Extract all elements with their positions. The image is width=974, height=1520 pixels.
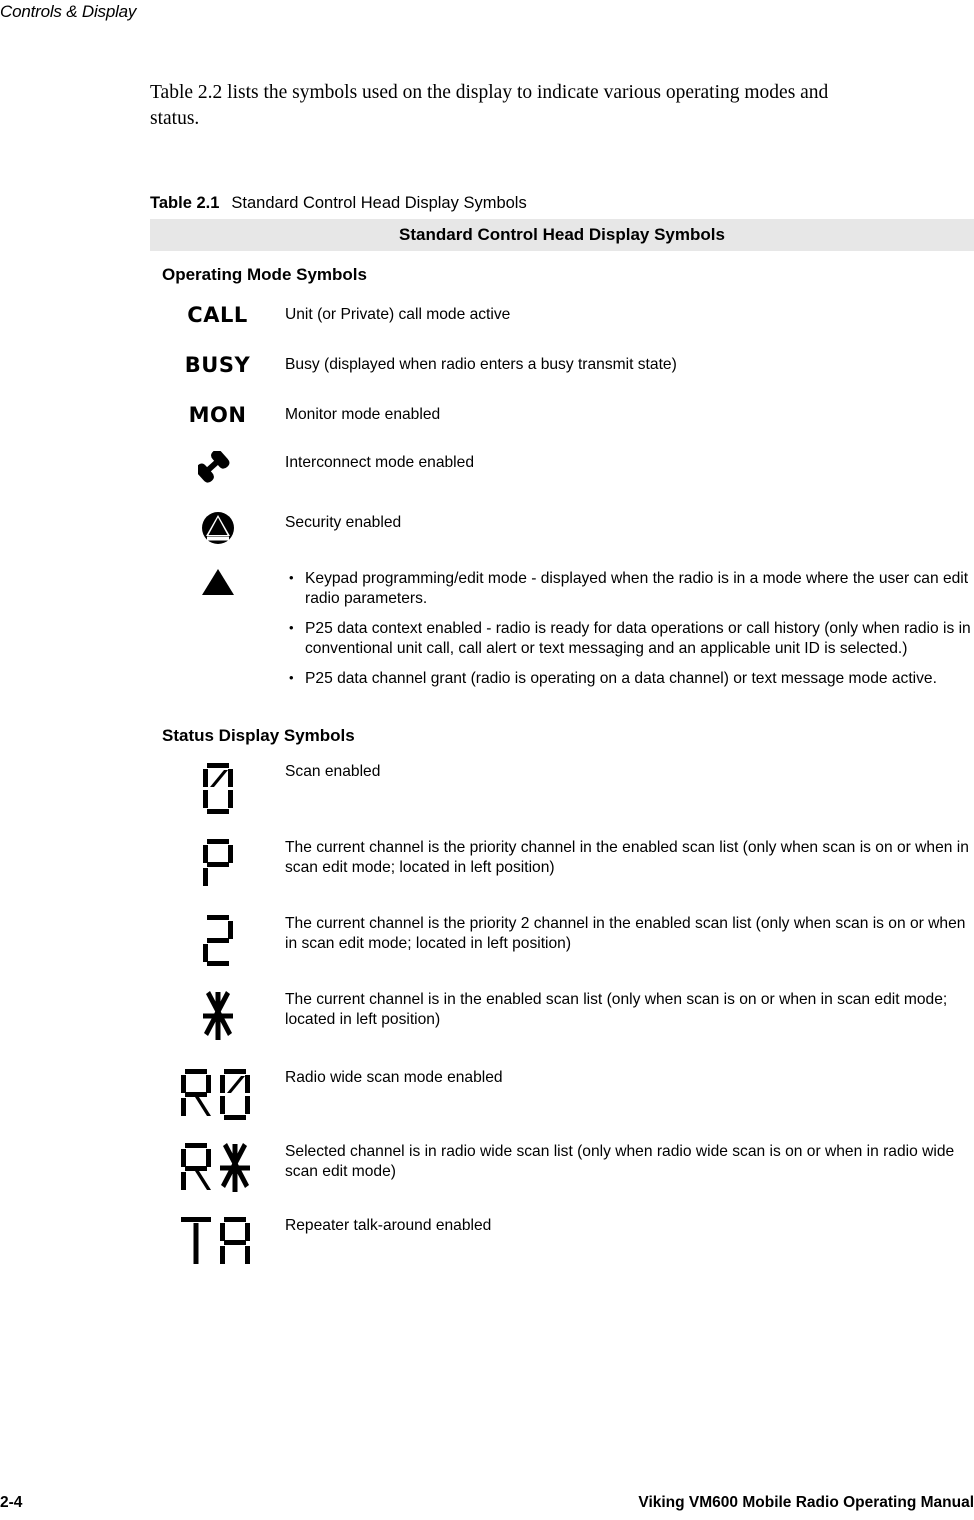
symbol-cell bbox=[150, 758, 285, 818]
symbol-description: Security enabled bbox=[285, 514, 402, 531]
intro-paragraph: Table 2.2 lists the symbols used on the … bbox=[150, 82, 829, 129]
table-header-bar: Standard Control Head Display Symbols bbox=[150, 219, 974, 251]
table-row: The current channel is in the enabled sc… bbox=[150, 986, 974, 1046]
symbol-description: Busy (displayed when radio enters a busy… bbox=[285, 356, 677, 373]
symbol-description: Selected channel is in radio wide scan l… bbox=[285, 1142, 955, 1180]
list-item: Keypad programming/edit mode - displayed… bbox=[285, 568, 974, 608]
symbol-cell: BUSY bbox=[150, 351, 285, 377]
symbol-description: Interconnect mode enabled bbox=[285, 454, 474, 471]
running-header: Controls & Display bbox=[0, 2, 974, 22]
symbol-cell: CALL bbox=[150, 301, 285, 327]
symbol-description: Repeater talk-around enabled bbox=[285, 1216, 492, 1234]
table-row: Selected channel is in radio wide scan l… bbox=[150, 1138, 974, 1198]
digit-two-segment-icon bbox=[198, 912, 238, 970]
table-row: Interconnect mode enabled bbox=[150, 449, 974, 487]
table-row: Security enabled bbox=[150, 509, 974, 545]
call-symbol: CALL bbox=[187, 303, 248, 327]
symbol-cell bbox=[150, 1064, 285, 1124]
table-caption: Table 2.1 Standard Control Head Display S… bbox=[150, 194, 974, 213]
symbol-cell bbox=[150, 986, 285, 1046]
page-content: Table 2.2 lists the symbols used on the … bbox=[150, 80, 974, 1272]
section-heading-operating-mode: Operating Mode Symbols bbox=[162, 265, 367, 284]
symbol-description-list: Keypad programming/edit mode - displayed… bbox=[285, 565, 974, 700]
ta-segment-icon bbox=[179, 1214, 257, 1272]
table-row: Scan enabled bbox=[150, 758, 974, 818]
asterisk-segment-icon bbox=[198, 988, 238, 1046]
table-caption-title: Standard Control Head Display Symbols bbox=[231, 194, 527, 212]
slashed-zero-segment-icon bbox=[198, 760, 238, 818]
symbol-description: The current channel is in the enabled sc… bbox=[285, 990, 948, 1028]
letter-p-segment-icon bbox=[198, 836, 238, 894]
security-lock-icon bbox=[201, 511, 235, 545]
bullet-list: Keypad programming/edit mode - displayed… bbox=[285, 568, 974, 689]
symbol-cell bbox=[150, 834, 285, 894]
symbol-table: Standard Control Head Display Symbols Op… bbox=[150, 219, 974, 1272]
symbol-description: Radio wide scan mode enabled bbox=[285, 1068, 503, 1086]
symbol-cell bbox=[150, 910, 285, 970]
symbol-cell bbox=[150, 1138, 285, 1198]
manual-title: Viking VM600 Mobile Radio Operating Manu… bbox=[638, 1494, 974, 1511]
table-row: Repeater talk-around enabled bbox=[150, 1212, 974, 1272]
symbol-description: The current channel is the priority 2 ch… bbox=[285, 914, 966, 952]
symbol-cell bbox=[150, 449, 285, 487]
table-row: The current channel is the priority chan… bbox=[150, 834, 974, 894]
table-row: Keypad programming/edit mode - displayed… bbox=[150, 565, 974, 700]
phone-handset-icon bbox=[197, 451, 238, 487]
table-row: BUSY Busy (displayed when radio enters a… bbox=[150, 351, 974, 377]
r-asterisk-segment-icon bbox=[179, 1140, 257, 1198]
table-row: The current channel is the priority 2 ch… bbox=[150, 910, 974, 970]
table-row: CALL Unit (or Private) call mode active bbox=[150, 301, 974, 327]
table-caption-label: Table 2.1 bbox=[150, 194, 220, 212]
list-item: P25 data context enabled - radio is read… bbox=[285, 618, 974, 658]
symbol-cell bbox=[150, 509, 285, 545]
symbol-cell bbox=[150, 565, 285, 597]
busy-symbol: BUSY bbox=[184, 353, 251, 377]
section-heading-status-display: Status Display Symbols bbox=[162, 725, 355, 745]
page-number: 2-4 bbox=[0, 1494, 23, 1511]
running-header-text: Controls & Display bbox=[0, 2, 137, 21]
triangle-icon bbox=[200, 567, 236, 597]
symbol-description: Unit (or Private) call mode active bbox=[285, 306, 511, 323]
list-item: P25 data channel grant (radio is operati… bbox=[285, 668, 974, 689]
r-slashed-zero-segment-icon bbox=[179, 1066, 257, 1124]
symbol-cell bbox=[150, 1212, 285, 1272]
symbol-description: Scan enabled bbox=[285, 762, 381, 780]
symbol-description: Monitor mode enabled bbox=[285, 406, 441, 423]
symbol-description: The current channel is the priority chan… bbox=[285, 838, 969, 876]
symbol-cell: MON bbox=[150, 401, 285, 427]
table-row: MON Monitor mode enabled bbox=[150, 401, 974, 427]
mon-symbol: MON bbox=[188, 403, 247, 427]
table-row: Radio wide scan mode enabled bbox=[150, 1064, 974, 1124]
